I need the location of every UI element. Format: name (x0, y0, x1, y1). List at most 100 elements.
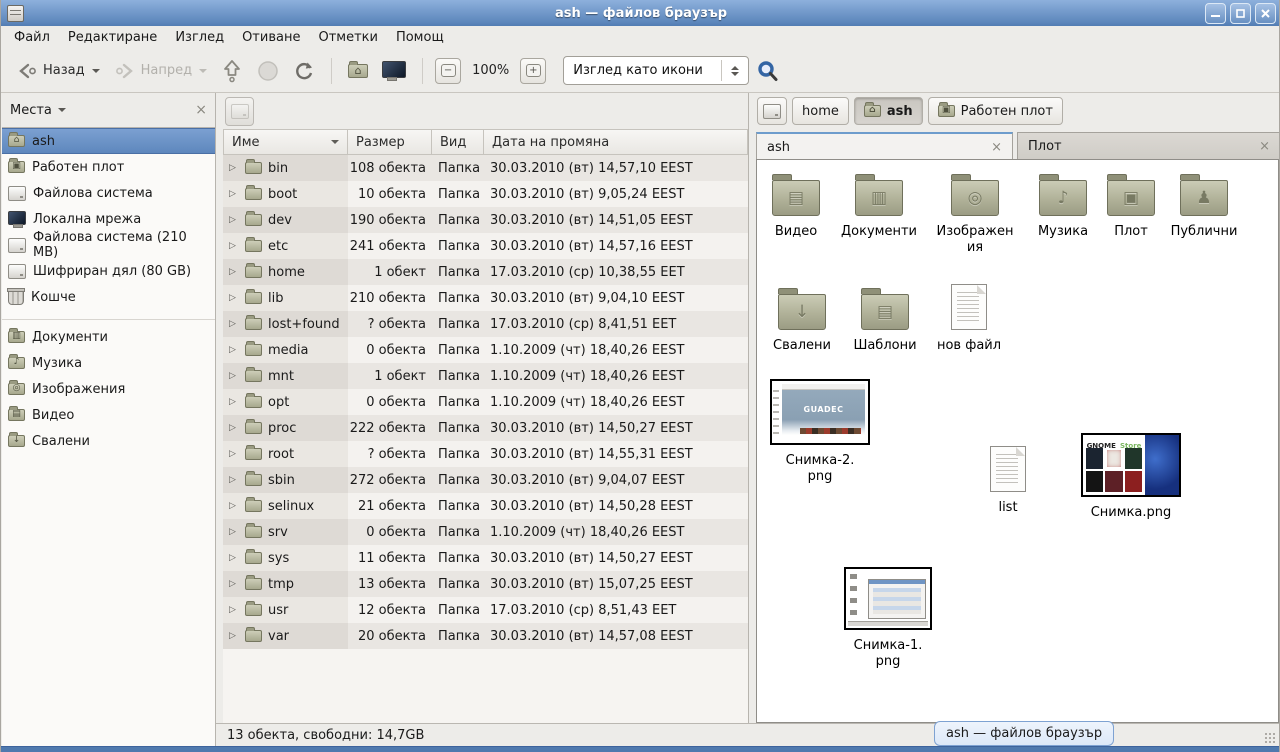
forward-button[interactable]: Напред (107, 57, 214, 85)
icon-item-music[interactable]: ♪ Музика (1025, 174, 1101, 240)
icon-item-list[interactable]: list (970, 446, 1046, 516)
table-row[interactable]: ▷media0 обектаПапка1.10.2009 (чт) 18,40,… (223, 337, 748, 363)
sidebar-item-videos[interactable]: ▤Видео (2, 402, 215, 428)
icon-item-snimka2[interactable]: GUADEC Снимка-2.png (768, 379, 872, 485)
sidebar-item-music[interactable]: ♪Музика (2, 350, 215, 376)
expander-icon[interactable]: ▷ (229, 631, 239, 641)
table-row[interactable]: ▷mnt1 обектПапка1.10.2009 (чт) 18,40,26 … (223, 363, 748, 389)
icon-item-snimka[interactable]: GNOME Store Снимка.png (1079, 433, 1183, 521)
menu-file[interactable]: Файл (5, 27, 59, 48)
pathbar-root-button[interactable] (757, 97, 787, 125)
icon-item-pictures[interactable]: ◎ Изображения (933, 174, 1017, 256)
table-row[interactable]: ▷sys11 обектаПапка30.03.2010 (вт) 14,50,… (223, 545, 748, 571)
resize-grip[interactable] (1264, 732, 1276, 744)
table-row[interactable]: ▷home1 обектПапка17.03.2010 (ср) 10,38,5… (223, 259, 748, 285)
back-button[interactable]: Назад (9, 57, 107, 85)
icon-item-snimka1[interactable]: Снимка-1.png (838, 567, 938, 670)
menu-bookmarks[interactable]: Отметки (309, 27, 386, 48)
computer-button[interactable] (375, 56, 413, 85)
menu-go[interactable]: Отиване (233, 27, 309, 48)
sidebar-item-home[interactable]: ⌂ash (2, 128, 215, 154)
expander-icon[interactable]: ▷ (229, 163, 239, 173)
search-button[interactable] (749, 54, 787, 88)
column-header-size[interactable]: Размер (348, 129, 432, 155)
places-dropdown-icon[interactable] (58, 108, 66, 112)
table-row[interactable]: ▷etc241 обектаПапка30.03.2010 (вт) 14,57… (223, 233, 748, 259)
reload-button[interactable] (286, 55, 322, 87)
table-row[interactable]: ▷var20 обектаПапка30.03.2010 (вт) 14,57,… (223, 623, 748, 649)
table-row[interactable]: ▷dev190 обектаПапка30.03.2010 (вт) 14,51… (223, 207, 748, 233)
expander-icon[interactable]: ▷ (229, 605, 239, 615)
zoom-in-button[interactable]: + (520, 58, 546, 84)
column-header-type[interactable]: Вид (432, 129, 484, 155)
places-close-icon[interactable]: × (195, 102, 207, 118)
close-button[interactable] (1255, 3, 1276, 24)
expander-icon[interactable]: ▷ (229, 397, 239, 407)
table-row[interactable]: ▷usr12 обектаПапка17.03.2010 (ср) 8,51,4… (223, 597, 748, 623)
icon-item-desktop[interactable]: ▣ Плот (1103, 174, 1159, 240)
icon-item-public[interactable]: ♟ Публични (1162, 174, 1246, 240)
sidebar-item-downloads[interactable]: ↓Свалени (2, 428, 215, 454)
expander-icon[interactable]: ▷ (229, 189, 239, 199)
expander-icon[interactable]: ▷ (229, 501, 239, 511)
icon-item-templates[interactable]: ▤ Шаблони (847, 288, 923, 354)
view-mode-spinner-icon[interactable] (722, 66, 748, 76)
table-row[interactable]: ▷sbin272 обектаПапка30.03.2010 (вт) 9,04… (223, 467, 748, 493)
pathbar-ash-button[interactable]: ⌂ash (854, 97, 923, 125)
up-button[interactable] (214, 54, 250, 88)
expander-icon[interactable]: ▷ (229, 423, 239, 433)
table-row[interactable]: ▷lost+found? обектаПапка17.03.2010 (ср) … (223, 311, 748, 337)
table-row[interactable]: ▷tmp13 обектаПапка30.03.2010 (вт) 15,07,… (223, 571, 748, 597)
sidebar-item-desktop[interactable]: ▣Работен плот (2, 154, 215, 180)
pathbar-home-button[interactable]: home (792, 97, 849, 125)
table-row[interactable]: ▷bin108 обектаПапка30.03.2010 (вт) 14,57… (223, 155, 748, 181)
expander-icon[interactable]: ▷ (229, 241, 239, 251)
expander-icon[interactable]: ▷ (229, 215, 239, 225)
back-dropdown-icon[interactable] (92, 69, 100, 73)
location-toggle-button[interactable] (225, 97, 254, 126)
menu-help[interactable]: Помощ (387, 27, 453, 48)
table-row[interactable]: ▷proc222 обектаПапка30.03.2010 (вт) 14,5… (223, 415, 748, 441)
sidebar-item-documents[interactable]: ▥Документи (2, 324, 215, 350)
table-row[interactable]: ▷opt0 обектаПапка1.10.2009 (чт) 18,40,26… (223, 389, 748, 415)
expander-icon[interactable]: ▷ (229, 293, 239, 303)
table-row[interactable]: ▷lib210 обектаПапка30.03.2010 (вт) 9,04,… (223, 285, 748, 311)
expander-icon[interactable]: ▷ (229, 527, 239, 537)
table-row[interactable]: ▷boot10 обектаПапка30.03.2010 (вт) 9,05,… (223, 181, 748, 207)
menu-view[interactable]: Изглед (166, 27, 233, 48)
column-header-date[interactable]: Дата на промяна (484, 129, 748, 155)
tab-close-icon[interactable]: × (1259, 139, 1270, 154)
zoom-out-button[interactable]: − (435, 58, 461, 84)
tab-ash[interactable]: ash× (756, 132, 1013, 160)
expander-icon[interactable]: ▷ (229, 319, 239, 329)
sidebar-item-trash[interactable]: Кошче (2, 284, 215, 310)
pathbar-desktop-button[interactable]: ▣Работен плот (928, 97, 1063, 125)
tab-close-icon[interactable]: × (991, 140, 1002, 155)
table-row[interactable]: ▷root? обектаПапка30.03.2010 (вт) 14,55,… (223, 441, 748, 467)
expander-icon[interactable]: ▷ (229, 475, 239, 485)
tab-plot[interactable]: Плот× (1017, 132, 1280, 160)
table-row[interactable]: ▷selinux21 обектаПапка30.03.2010 (вт) 14… (223, 493, 748, 519)
expander-icon[interactable]: ▷ (229, 579, 239, 589)
sidebar-item-network[interactable]: Локална мрежа (2, 206, 215, 232)
home-button[interactable]: ⌂ (341, 59, 375, 83)
column-header-name[interactable]: Име (223, 129, 348, 155)
expander-icon[interactable]: ▷ (229, 553, 239, 563)
expander-icon[interactable]: ▷ (229, 449, 239, 459)
icon-item-downloads[interactable]: ↓ Свалени (764, 288, 840, 354)
sidebar-item-encrypted-80gb[interactable]: Шифриран дял (80 GB) (2, 258, 215, 284)
minimize-button[interactable] (1205, 3, 1226, 24)
icon-item-documents[interactable]: ▥ Документи (834, 174, 924, 240)
menu-edit[interactable]: Редактиране (59, 27, 166, 48)
sidebar-item-pictures[interactable]: ◎Изображения (2, 376, 215, 402)
sidebar-item-filesystem-210mb[interactable]: Файлова система (210 MB) (2, 232, 215, 258)
maximize-button[interactable] (1230, 3, 1251, 24)
table-row[interactable]: ▷srv0 обектаПапка1.10.2009 (чт) 18,40,26… (223, 519, 748, 545)
forward-dropdown-icon[interactable] (199, 69, 207, 73)
expander-icon[interactable]: ▷ (229, 371, 239, 381)
expander-icon[interactable]: ▷ (229, 267, 239, 277)
icon-item-videos[interactable]: ▤ Видео (765, 174, 827, 240)
view-mode-select[interactable]: Изглед като икони (563, 56, 749, 85)
sidebar-item-filesystem[interactable]: Файлова система (2, 180, 215, 206)
expander-icon[interactable]: ▷ (229, 345, 239, 355)
